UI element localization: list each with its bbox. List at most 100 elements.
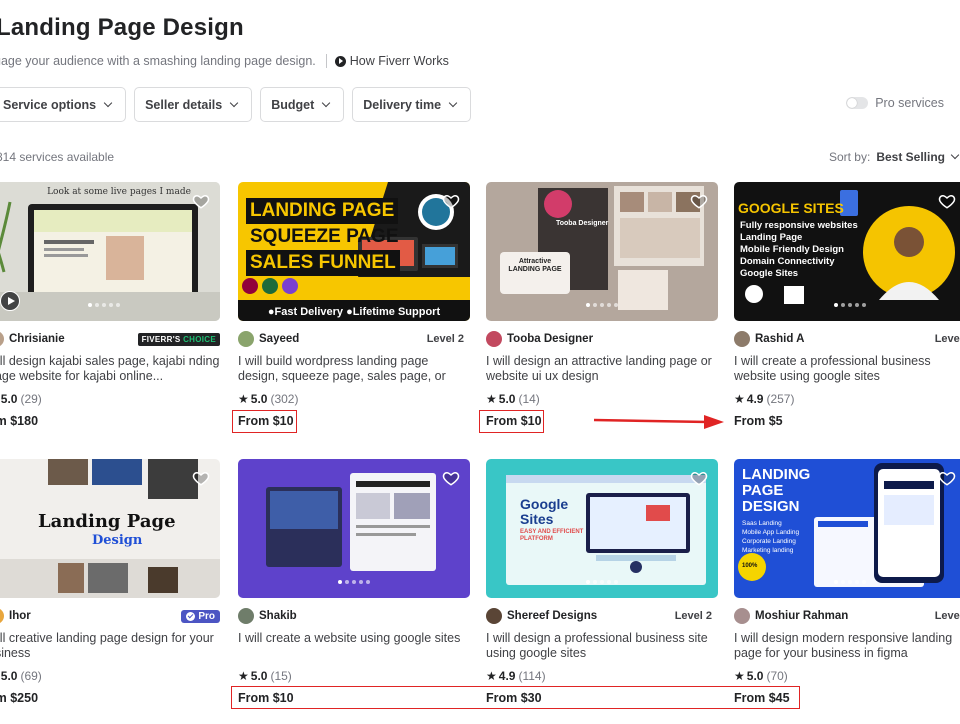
heart-icon[interactable] (442, 192, 460, 210)
carousel-dots (834, 580, 866, 584)
thumbnail-image (0, 182, 220, 321)
services-count: 814 services available (0, 150, 115, 164)
gig-thumbnail[interactable] (238, 459, 470, 598)
thumbnail-footer: ●Fast Delivery ●Lifetime Support (267, 306, 441, 318)
chevron-down-icon (448, 98, 458, 107)
rating-value: 5.0 (0, 392, 18, 406)
gig-thumbnail[interactable]: Google Sites EASY AND EFFICIENT PLATFORM (486, 459, 718, 598)
rating-value: 5.0 (0, 669, 18, 683)
gig-title[interactable]: I will design a professional business si… (486, 631, 718, 661)
thumbnail-bullet: Saas Landing (742, 520, 782, 527)
thumbnail-line: DESIGN (742, 498, 800, 515)
red-arrow-icon (593, 415, 724, 429)
page-title: Landing Page Design (0, 14, 244, 41)
seller-name[interactable]: Tooba Designer (507, 333, 593, 345)
sort-dropdown[interactable]: Sort by: Best Selling (828, 150, 960, 164)
gig-thumbnail[interactable]: Look at some live pages I made (0, 182, 220, 321)
avatar[interactable] (0, 331, 4, 347)
thumbnail-headline: LANDING PAGE SQUEEZE PAGE SALES FUNNEL (246, 198, 403, 276)
seller-name[interactable]: Shakib (259, 610, 297, 622)
seller-row: Chrisianie FIVERR'S CHOICE (0, 330, 220, 348)
seller-name[interactable]: Moshiur Rahman (755, 610, 848, 622)
gig-card[interactable]: Google Sites EASY AND EFFICIENT PLATFORM… (486, 459, 718, 705)
filter-service-options[interactable]: Service options (0, 87, 127, 122)
thumbnail-heading: Google Sites (520, 496, 569, 527)
heart-icon[interactable] (192, 192, 210, 210)
avatar[interactable] (734, 331, 750, 347)
rating-value: 5.0 (250, 669, 268, 683)
gig-thumbnail[interactable]: GOOGLE SITES Fully responsive websites L… (734, 182, 960, 321)
gig-thumbnail[interactable]: LANDING PAGE DESIGN Saas Landing Mobile … (734, 459, 960, 598)
gig-rating: ★ 5.0 (15) (238, 669, 470, 683)
seller-level: Level 2 (934, 333, 960, 345)
gig-title[interactable]: I will design an attractive landing page… (486, 354, 718, 384)
seller-row: Shakib (238, 607, 470, 625)
avatar[interactable] (238, 331, 254, 347)
gig-title[interactable]: I will design modern responsive landing … (734, 631, 960, 661)
gig-title[interactable]: will creative landing page design for yo… (0, 631, 220, 661)
thumbnail-line: Landing Page (38, 511, 176, 532)
gig-card[interactable]: Landing Page Design Ihor Pro will creati… (0, 459, 220, 705)
play-video-icon[interactable] (0, 291, 20, 311)
seller-name[interactable]: Ihor (9, 610, 31, 622)
gig-card[interactable]: Tooba Designer Attractive LANDING PAGE T… (486, 182, 718, 428)
avatar[interactable] (486, 331, 502, 347)
gig-rating: ★ 5.0 (14) (486, 392, 718, 406)
chevron-down-icon (322, 98, 331, 107)
gig-thumbnail[interactable]: Tooba Designer Attractive LANDING PAGE (486, 182, 718, 321)
gig-rating: ★ 4.9 (114) (486, 669, 718, 683)
heart-icon[interactable] (192, 469, 210, 487)
avatar[interactable] (734, 608, 750, 624)
thumbnail-bullet: Fully responsive websites (740, 220, 858, 231)
gig-title[interactable]: I will create a website using google sit… (238, 631, 470, 661)
seller-row: Sayeed Level 2 (238, 330, 470, 348)
seller-name[interactable]: Rashid A (755, 333, 804, 345)
filter-delivery-time[interactable]: Delivery time (352, 87, 472, 122)
thumbnail-bullet: Mobile Friendly Design (740, 244, 844, 255)
gig-title[interactable]: will design kajabi sales page, kajabi nd… (0, 354, 220, 384)
gig-thumbnail[interactable]: LANDING PAGE SQUEEZE PAGE SALES FUNNEL ●… (238, 182, 470, 321)
rating-value: 5.0 (746, 669, 764, 683)
carousel-dots (834, 303, 866, 307)
thumbnail-headline: LANDING PAGE DESIGN (742, 467, 810, 515)
gig-card[interactable]: GOOGLE SITES Fully responsive websites L… (734, 182, 960, 428)
pro-badge-label: Pro (198, 610, 215, 622)
filter-seller-details[interactable]: Seller details (134, 87, 253, 122)
heart-icon[interactable] (442, 469, 460, 487)
price-highlight-box (231, 686, 800, 709)
review-count: (15) (270, 669, 292, 683)
page-subtitle-row: gage your audience with a smashing landi… (0, 54, 449, 68)
sort-label: Sort by: (828, 150, 871, 164)
heart-icon[interactable] (938, 469, 956, 487)
heart-icon[interactable] (690, 192, 708, 210)
gig-title[interactable]: I will create a professional business we… (734, 354, 960, 384)
pro-services-toggle[interactable]: Pro services (846, 96, 944, 110)
filter-budget[interactable]: Budget (260, 87, 345, 122)
heart-icon[interactable] (690, 469, 708, 487)
avatar[interactable] (486, 608, 502, 624)
filter-label: Budget (271, 97, 315, 112)
thumbnail-bullets: Fully responsive websites Landing Page M… (740, 220, 858, 280)
how-fiverr-works-link[interactable]: How Fiverr Works (334, 54, 449, 68)
gig-card[interactable]: LANDING PAGE DESIGN Saas Landing Mobile … (734, 459, 960, 705)
gig-title[interactable]: I will build wordpress landing page desi… (238, 354, 470, 384)
gig-thumbnail[interactable]: Landing Page Design (0, 459, 220, 598)
avatar[interactable] (238, 608, 254, 624)
avatar[interactable] (0, 608, 4, 624)
thumbnail-bullet: Mobile App Landing (742, 529, 800, 536)
rating-value: 5.0 (250, 392, 268, 406)
gig-card[interactable]: Look at some live pages I made Chrisiani… (0, 182, 220, 428)
seller-name[interactable]: Sayeed (259, 333, 299, 345)
fiverrs-choice-badge: FIVERR'S CHOICE (137, 332, 220, 346)
seller-name[interactable]: Chrisianie (9, 333, 65, 345)
star-icon: ★ (486, 669, 497, 683)
toggle-switch[interactable] (846, 97, 869, 109)
gig-card[interactable]: Shakib I will create a website using goo… (238, 459, 470, 705)
thumbnail-seller-label: Tooba Designer (556, 220, 609, 227)
gig-card[interactable]: LANDING PAGE SQUEEZE PAGE SALES FUNNEL ●… (238, 182, 470, 428)
thumbnail-bullets: Saas Landing Mobile App Landing Corporat… (742, 519, 799, 555)
price-highlight-box (232, 410, 297, 433)
seller-name[interactable]: Shereef Designs (507, 610, 597, 622)
heart-icon[interactable] (938, 192, 956, 210)
chevron-down-icon (229, 98, 239, 107)
